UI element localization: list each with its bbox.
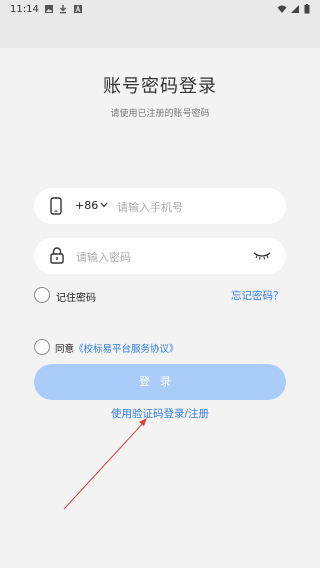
password-field[interactable]: 请输入密码 xyxy=(34,238,286,274)
image-icon xyxy=(45,5,53,13)
agreement-prefix: 同意 xyxy=(55,344,75,355)
agreement-checkbox[interactable] xyxy=(34,339,50,355)
service-agreement-link[interactable]: 《校标易平台服务协议》 xyxy=(74,344,179,355)
status-time: 11:14 xyxy=(10,4,39,15)
forgot-password-link[interactable]: 忘记密码？ xyxy=(231,288,284,303)
phone-input[interactable]: 请输入手机号 xyxy=(117,199,183,215)
status-bar: 11:14 xyxy=(0,0,320,48)
page-subtitle: 请使用已注册的账号密码 xyxy=(110,109,210,119)
remember-password-label[interactable]: 记住密码 xyxy=(56,289,96,304)
download-icon xyxy=(60,5,66,14)
login-button[interactable]: 登录 xyxy=(34,364,286,400)
battery-icon xyxy=(304,4,310,14)
lock-icon xyxy=(50,247,64,264)
eye-closed-icon[interactable] xyxy=(253,251,271,260)
agreement-label: 同意《校标易平台服务协议》 xyxy=(55,341,179,355)
page-title: 账号密码登录 xyxy=(103,76,217,97)
wifi-icon xyxy=(277,5,287,13)
annotation-arrow xyxy=(63,418,147,510)
sms-login-register-link[interactable]: 使用验证码登录/注册 xyxy=(0,406,320,421)
phone-icon xyxy=(50,197,62,215)
password-input[interactable]: 请输入密码 xyxy=(76,249,131,265)
signal-icon xyxy=(291,5,299,13)
phone-field[interactable]: +86 请输入手机号 xyxy=(34,188,286,224)
a-box-icon xyxy=(74,5,82,13)
chevron-down-icon[interactable] xyxy=(100,202,108,208)
remember-password-checkbox[interactable] xyxy=(34,287,50,303)
country-code-selector[interactable]: +86 xyxy=(75,199,98,212)
